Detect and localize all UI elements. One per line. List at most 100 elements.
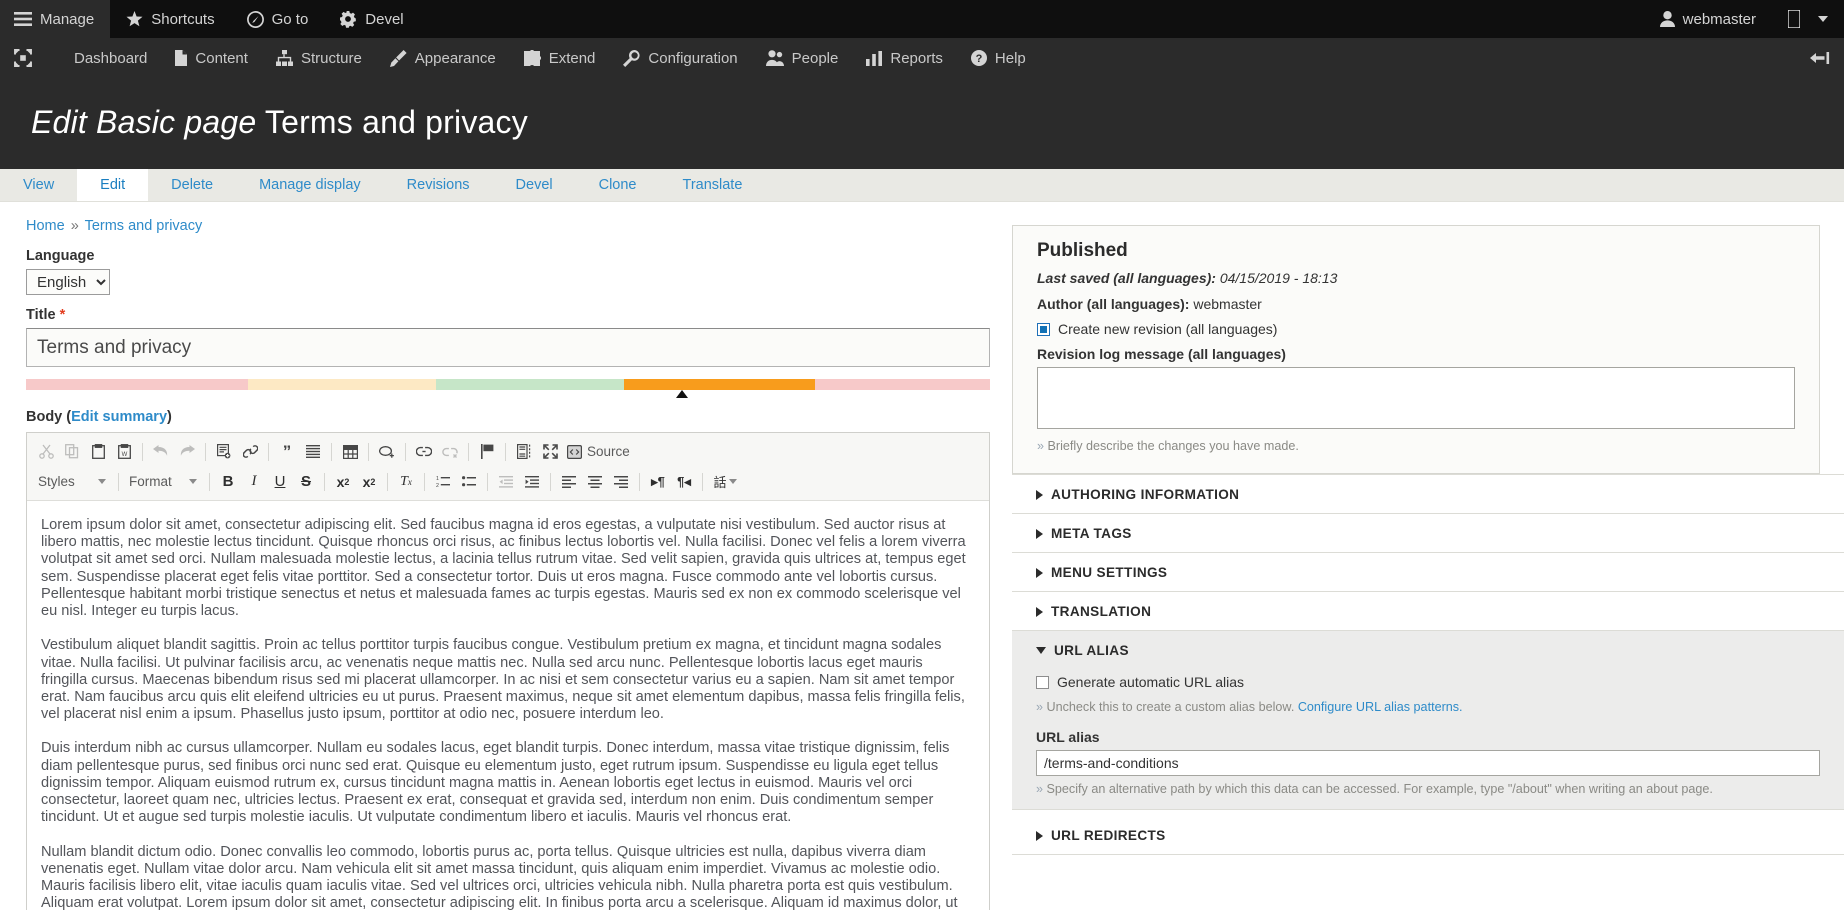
toolbar-item-devel[interactable]: Devel (324, 0, 419, 38)
edit-summary-link[interactable]: Edit summary (71, 409, 167, 425)
create-new-revision-checkbox[interactable] (1037, 323, 1050, 337)
subscript-icon[interactable]: x2 (330, 470, 356, 494)
copy-icon[interactable] (59, 440, 85, 464)
undo-icon[interactable] (148, 440, 174, 464)
nav-item-appearance[interactable]: Appearance (376, 38, 510, 78)
configure-url-alias-patterns-link[interactable]: Configure URL alias patterns. (1298, 700, 1463, 714)
title-input[interactable] (26, 328, 990, 367)
tab-delete[interactable]: Delete (148, 169, 236, 201)
nav-item-reports[interactable]: Reports (852, 38, 957, 78)
node-edit-form: Home » Terms and privacy Language Englis… (0, 202, 1012, 910)
nav-item-people[interactable]: People (752, 38, 853, 78)
nav-item-structure[interactable]: Structure (262, 38, 376, 78)
compass-icon (246, 10, 264, 28)
source-button[interactable]: Source (563, 440, 637, 464)
chevron-down-icon (98, 479, 106, 484)
outdent-icon[interactable] (493, 470, 519, 494)
bulleted-list-icon[interactable] (456, 470, 482, 494)
section-menu-settings[interactable]: MENU SETTINGS (1012, 553, 1844, 593)
tab-revisions[interactable]: Revisions (384, 169, 493, 201)
maximize-icon[interactable] (537, 440, 563, 464)
chevron-right-icon (1036, 830, 1043, 841)
toolbar-item-shortcuts[interactable]: Shortcuts (110, 0, 230, 38)
anchor-icon[interactable] (237, 440, 263, 464)
section-header: URL REDIRECTS (1036, 828, 1820, 843)
numbered-list-icon[interactable]: 12 (430, 470, 456, 494)
paste-icon[interactable] (85, 440, 111, 464)
ckeditor-body[interactable]: Lorem ipsum dolor sit amet, consectetur … (27, 501, 989, 910)
underline-icon[interactable]: U (267, 470, 293, 494)
nav-item-content[interactable]: Content (161, 38, 262, 78)
tab-devel[interactable]: Devel (493, 169, 576, 201)
nav-item-configuration[interactable]: Configuration (609, 38, 751, 78)
breadcrumb-separator: » (70, 218, 79, 234)
nav-item-dashboard[interactable]: Dashboard (48, 38, 161, 78)
body-paragraph: Nullam blandit dictum odio. Donec conval… (41, 843, 958, 910)
cut-icon[interactable] (33, 440, 59, 464)
toolbar-item-manage[interactable]: Manage (0, 0, 111, 38)
tab-manage-display[interactable]: Manage display (236, 169, 384, 201)
toolbar-separator (368, 442, 369, 461)
language-select[interactable]: English (26, 269, 110, 295)
section-header[interactable]: URL ALIAS (1036, 643, 1820, 658)
revision-log-textarea[interactable] (1037, 367, 1795, 430)
styles-dropdown[interactable]: Styles (33, 470, 111, 493)
toolbar-item-account[interactable]: webmaster (1644, 0, 1772, 38)
breadcrumb-current-link[interactable]: Terms and privacy (85, 218, 203, 234)
toolbar-item-device-toggle[interactable] (1772, 0, 1844, 38)
toolbar-item-label: Go to (271, 10, 309, 28)
paste-from-word-icon[interactable]: W (111, 440, 137, 464)
flag-icon[interactable] (474, 440, 500, 464)
section-authoring-information[interactable]: AUTHORING INFORMATION (1012, 474, 1844, 515)
table-icon[interactable] (337, 440, 363, 464)
toolbar-item-go-to[interactable]: Go to (231, 0, 325, 38)
toolbar-separator (424, 472, 425, 491)
toggle-orientation-icon[interactable] (1796, 38, 1844, 78)
rtl-icon[interactable]: ¶◂ (671, 470, 697, 494)
nav-item-help[interactable]: ? Help (957, 38, 1040, 78)
blockquote-icon[interactable]: ” (274, 440, 300, 464)
tab-translate[interactable]: Translate (660, 169, 766, 201)
remove-format-icon[interactable]: Tx (393, 470, 419, 494)
section-url-redirects[interactable]: URL REDIRECTS (1012, 810, 1844, 856)
ltr-icon[interactable]: ▸¶ (645, 470, 671, 494)
tab-clone[interactable]: Clone (576, 169, 660, 201)
nav-item-extend[interactable]: Extend (510, 38, 610, 78)
bold-icon[interactable]: B (215, 470, 241, 494)
italic-icon[interactable]: I (241, 470, 267, 494)
justify-icon[interactable] (300, 440, 326, 464)
body-edit-summary-wrap: (Edit summary) (66, 409, 172, 425)
breadcrumb-home-link[interactable]: Home (26, 218, 65, 234)
section-url-alias[interactable]: URL ALIAS Generate automatic URL alias »… (1012, 631, 1844, 811)
readability-meter-track (26, 379, 990, 390)
svg-text:?: ? (976, 53, 983, 65)
tab-view[interactable]: View (0, 169, 77, 201)
redo-icon[interactable] (174, 440, 200, 464)
format-dropdown[interactable]: Format (124, 470, 202, 493)
section-meta-tags[interactable]: META TAGS (1012, 514, 1844, 554)
meter-segment-3 (435, 379, 624, 390)
strikethrough-icon[interactable]: S (293, 470, 319, 494)
file-icon (175, 50, 188, 66)
align-center-icon[interactable] (582, 470, 608, 494)
link-icon[interactable] (411, 440, 437, 464)
chevron-down-icon (1036, 647, 1046, 655)
tab-edit[interactable]: Edit (77, 169, 149, 201)
section-translation[interactable]: TRANSLATION (1012, 592, 1844, 632)
media-browser-icon[interactable] (374, 440, 400, 464)
align-left-icon[interactable] (556, 470, 582, 494)
drupal-home-icon[interactable] (0, 38, 48, 78)
author-line: Author (all languages): webmaster (1037, 295, 1795, 313)
generate-alias-checkbox[interactable] (1036, 676, 1049, 690)
create-new-revision-row[interactable]: Create new revision (all languages) (1037, 321, 1795, 337)
unlink-icon[interactable] (437, 440, 463, 464)
templates-icon[interactable] (211, 440, 237, 464)
superscript-icon[interactable]: x2 (356, 470, 382, 494)
indent-icon[interactable] (519, 470, 545, 494)
generate-alias-row[interactable]: Generate automatic URL alias (1036, 674, 1820, 690)
last-saved-line: Last saved (all languages): 04/15/2019 -… (1037, 269, 1795, 287)
language-icon[interactable]: 話 (708, 470, 742, 494)
page-break-icon[interactable] (511, 440, 537, 464)
align-right-icon[interactable] (608, 470, 634, 494)
url-alias-input[interactable] (1036, 750, 1820, 777)
